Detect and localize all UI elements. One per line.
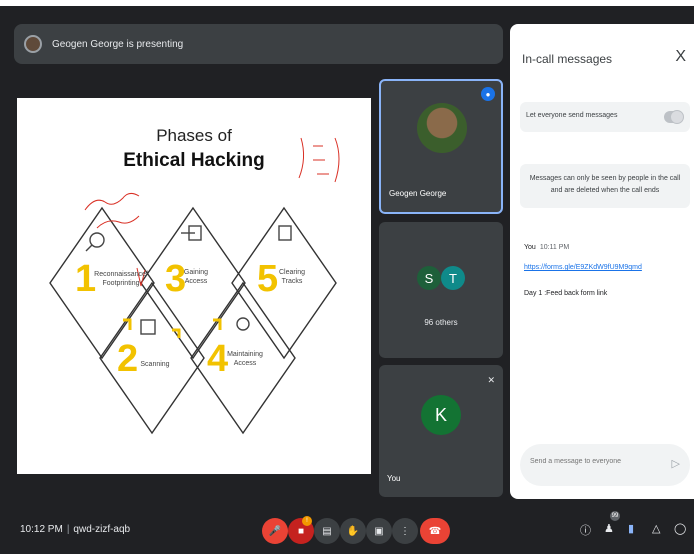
camera-warning-badge: !: [302, 516, 312, 526]
leave-call-button[interactable]: ☎: [420, 518, 450, 544]
toggle-label: Let everyone send messages: [526, 112, 618, 119]
presenter-tile-name: Geogen George: [389, 189, 447, 198]
people-icon[interactable]: ♟: [604, 522, 614, 535]
self-avatar: K: [421, 395, 461, 435]
message-text: Day 1 :Feed back form link: [524, 290, 608, 297]
info-icon[interactable]: ⓘ: [580, 522, 591, 538]
message-input[interactable]: [530, 458, 660, 465]
raise-hand-icon: ✋: [346, 525, 360, 537]
more-icon: ⋮: [400, 525, 410, 537]
chat-info-note: Messages can only be seen by people in t…: [520, 164, 690, 208]
phase-5-label: Clearing Tracks: [278, 269, 306, 285]
camera-off-icon: ■: [297, 525, 305, 537]
hangup-icon: ☎: [428, 525, 442, 537]
slide-title-line2: Ethical Hacking: [123, 150, 265, 171]
meet-window: Geogen George is presenting Phases of Et…: [0, 6, 694, 554]
diamond-2: [99, 281, 205, 435]
captions-icon: ▤: [322, 525, 332, 537]
maintain-icon: [236, 317, 250, 331]
chat-icon[interactable]: ▮: [628, 522, 634, 535]
lock-icon[interactable]: ◯: [674, 522, 686, 535]
phase-3-label: Gaining Access: [183, 269, 209, 285]
shared-slide: Phases of Ethical Hacking 1 Reconnaissan…: [17, 98, 371, 474]
slide-title-line1: Phases of: [156, 126, 232, 145]
clear-icon: [278, 225, 292, 241]
message-composer: ▷: [520, 444, 690, 486]
presenter-tile[interactable]: ● Geogen George: [379, 79, 503, 214]
message-sender: You: [524, 244, 536, 251]
send-messages-setting: Let everyone send messages: [520, 102, 690, 132]
chat-title: In-call messages: [522, 52, 613, 66]
activities-icon[interactable]: △: [652, 522, 660, 535]
mic-toggle-button[interactable]: 🎤: [262, 518, 288, 544]
mic-off-icon: 🎤: [268, 525, 282, 537]
others-count: 96 others: [424, 318, 458, 327]
phase-2-label: Scanning: [140, 361, 170, 368]
present-button[interactable]: ▣: [366, 518, 392, 544]
avatar-s: S: [417, 266, 441, 290]
send-messages-toggle[interactable]: [664, 110, 684, 124]
self-name: You: [387, 474, 401, 483]
presenter-photo: [417, 103, 467, 153]
raise-hand-button[interactable]: ✋: [340, 518, 366, 544]
message-header: You 10:11 PM: [524, 244, 569, 251]
message-time: 10:11 PM: [539, 244, 570, 251]
presenting-banner: Geogen George is presenting: [14, 24, 503, 64]
send-icon[interactable]: ▷: [672, 457, 680, 470]
control-bar: 10:12 PM | qwd-zizf-aqb 🎤 ■ ! ▤ ✋ ▣ ⋮ ☎ ⓘ …: [0, 506, 694, 554]
participants-count-badge: 99: [610, 511, 620, 521]
speaking-icon: ●: [481, 87, 495, 101]
annotation-info-gathering: [84, 192, 140, 211]
scan-icon: [140, 319, 156, 335]
avatar-t: T: [441, 266, 465, 290]
self-tile[interactable]: ✕ K You: [379, 365, 503, 497]
chat-panel: In-call messages X Let everyone send mes…: [510, 24, 694, 499]
meeting-info: 10:12 PM | qwd-zizf-aqb: [20, 524, 130, 535]
more-options-button[interactable]: ⋮: [392, 518, 418, 544]
phase-4-label: Maintaining Access: [227, 351, 263, 367]
meeting-code: qwd-zizf-aqb: [73, 524, 131, 535]
message-link[interactable]: https://forms.gle/E9ZKdW9fU9M9qmd: [524, 264, 642, 271]
clock-time: 10:12 PM: [20, 524, 63, 535]
phase-1-label: Reconnaissance/ Footprinting: [94, 271, 148, 287]
present-icon: ▣: [374, 525, 384, 537]
search-icon: [89, 232, 105, 248]
captions-button[interactable]: ▤: [314, 518, 340, 544]
close-icon[interactable]: X: [675, 48, 686, 66]
presenter-avatar: [24, 35, 42, 53]
others-tile[interactable]: S T 96 others: [379, 222, 503, 358]
mic-off-icon: ✕: [487, 375, 495, 385]
separator: |: [66, 524, 70, 535]
presenting-text: Geogen George is presenting: [52, 38, 184, 50]
